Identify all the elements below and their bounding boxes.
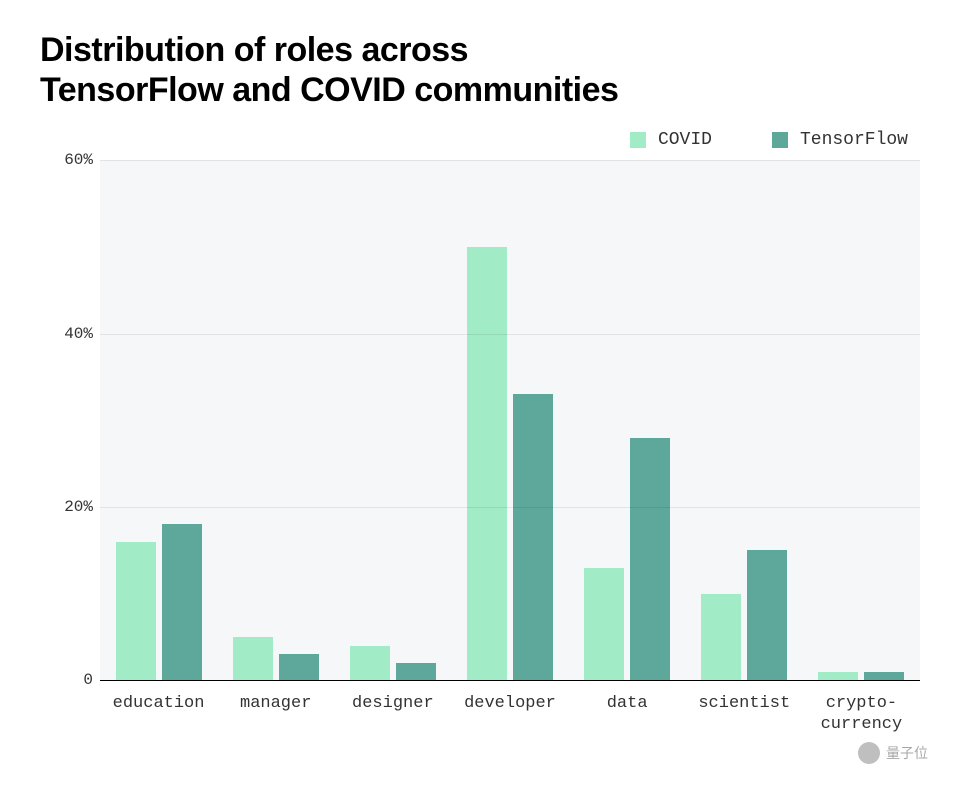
bars-layer: educationmanagerdesignerdeveloperdatasci… xyxy=(100,160,920,680)
bar-covid xyxy=(467,247,507,680)
gridline xyxy=(100,334,920,335)
chart-title: Distribution of roles across TensorFlow … xyxy=(40,30,918,110)
bar-tensorflow xyxy=(279,654,319,680)
bar-group: data xyxy=(569,438,686,681)
bar-covid xyxy=(350,646,390,681)
x-tick-label: designer xyxy=(352,694,434,714)
legend-swatch-tensorflow xyxy=(772,132,788,148)
bar-group: education xyxy=(100,524,217,680)
bar-group: developer xyxy=(451,247,568,680)
bar-group: crypto- currency xyxy=(803,672,920,681)
legend-label-tensorflow: TensorFlow xyxy=(800,130,908,150)
watermark-label: 量子位 xyxy=(886,743,928,763)
x-tick-label: crypto- currency xyxy=(821,694,903,735)
watermark-icon xyxy=(858,742,880,764)
bar-tensorflow xyxy=(396,663,436,680)
bar-group: designer xyxy=(334,646,451,681)
gridline xyxy=(100,160,920,161)
title-line-2: TensorFlow and COVID communities xyxy=(40,71,618,109)
x-tick-label: manager xyxy=(240,694,311,714)
legend-swatch-covid xyxy=(630,132,646,148)
y-tick-label: 20% xyxy=(45,498,93,516)
axis-zero-line xyxy=(100,680,920,681)
y-tick-label: 60% xyxy=(45,151,93,169)
legend-item-tensorflow: TensorFlow xyxy=(772,130,908,150)
bar-covid xyxy=(584,568,624,681)
bar-tensorflow xyxy=(162,524,202,680)
bar-tensorflow xyxy=(513,394,553,680)
bar-covid xyxy=(701,594,741,681)
x-tick-label: scientist xyxy=(698,694,790,714)
chart-container: Distribution of roles across TensorFlow … xyxy=(0,0,958,720)
bar-covid xyxy=(116,542,156,681)
y-tick-label: 0 xyxy=(45,671,93,689)
x-tick-label: developer xyxy=(464,694,556,714)
bar-group: manager xyxy=(217,637,334,680)
legend: COVID TensorFlow xyxy=(40,130,918,150)
bar-covid xyxy=(233,637,273,680)
bar-tensorflow xyxy=(864,672,904,681)
legend-label-covid: COVID xyxy=(658,130,712,150)
x-tick-label: education xyxy=(113,694,205,714)
watermark: 量子位 xyxy=(858,742,928,764)
gridline xyxy=(100,507,920,508)
y-tick-label: 40% xyxy=(45,325,93,343)
bar-tensorflow xyxy=(747,550,787,680)
bar-tensorflow xyxy=(630,438,670,681)
legend-item-covid: COVID xyxy=(630,130,712,150)
bar-covid xyxy=(818,672,858,681)
title-line-1: Distribution of roles across xyxy=(40,31,468,69)
x-tick-label: data xyxy=(607,694,648,714)
plot-area: educationmanagerdesignerdeveloperdatasci… xyxy=(100,160,920,680)
bar-group: scientist xyxy=(686,550,803,680)
